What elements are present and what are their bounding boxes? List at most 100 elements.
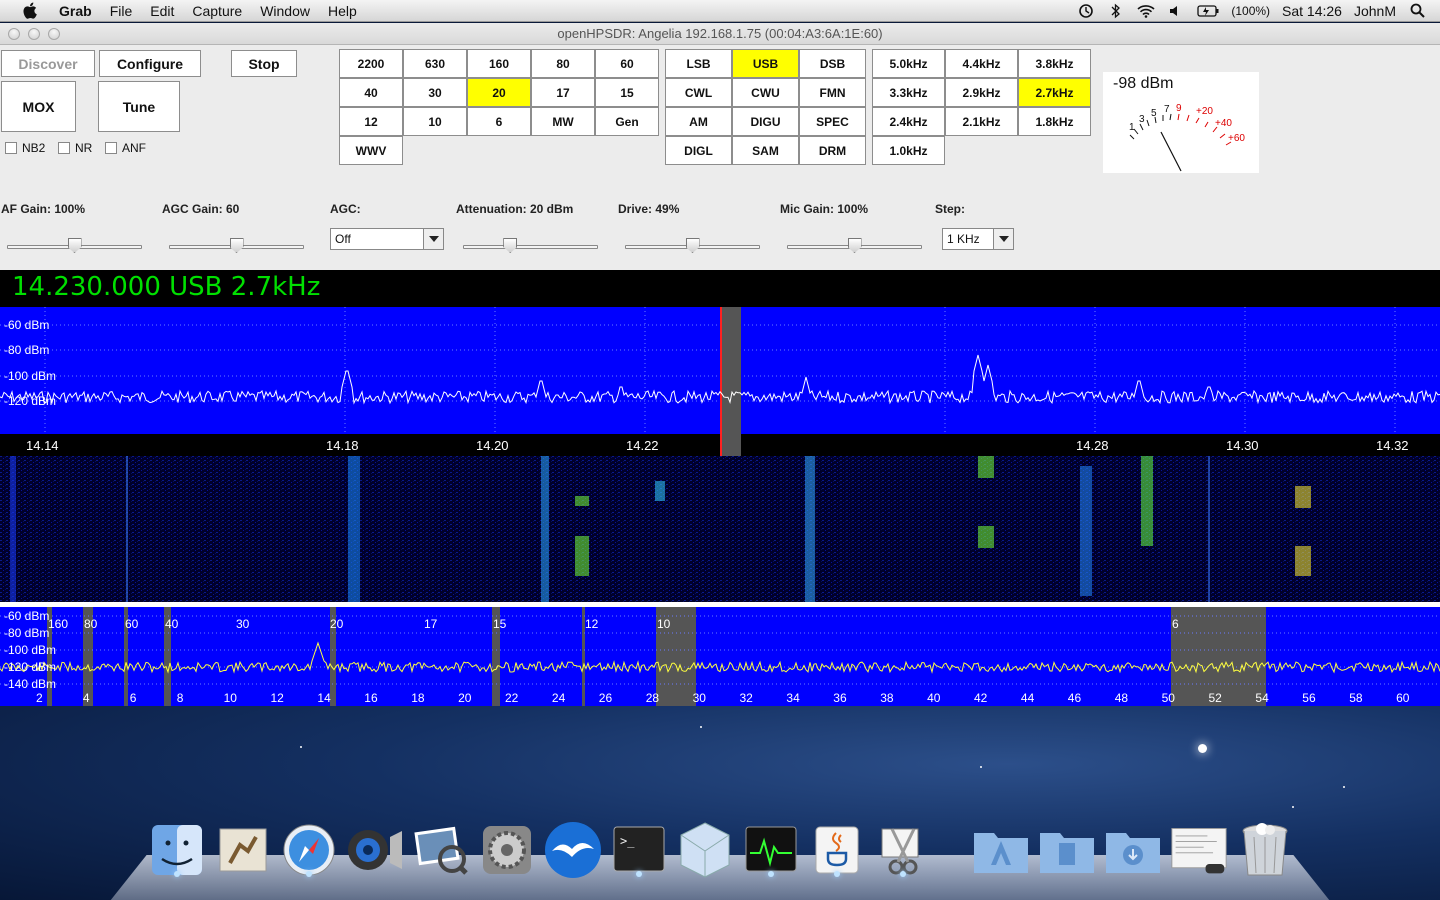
band-10-button[interactable]: 10 xyxy=(403,107,467,136)
filter-1-0khz-button[interactable]: 1.0kHz xyxy=(872,136,945,165)
mode-digu-button[interactable]: DIGU xyxy=(732,107,799,136)
mode-usb-button[interactable]: USB xyxy=(732,49,799,78)
chevron-down-icon[interactable] xyxy=(993,229,1013,249)
safari-icon[interactable] xyxy=(280,821,338,879)
spotlight-search-icon[interactable] xyxy=(1408,3,1426,19)
openoffice-icon[interactable] xyxy=(544,821,602,879)
band-2200-button[interactable]: 2200 xyxy=(339,49,403,78)
mode-spec-button[interactable]: SPEC xyxy=(799,107,866,136)
band-gen-button[interactable]: Gen xyxy=(595,107,659,136)
filter-5-0khz-button[interactable]: 5.0kHz xyxy=(872,49,945,78)
band-80-button[interactable]: 80 xyxy=(531,49,595,78)
chevron-down-icon[interactable] xyxy=(423,229,443,249)
bluetooth-icon[interactable] xyxy=(1107,3,1125,19)
agc-select[interactable]: Off xyxy=(330,228,444,250)
mode-digl-button[interactable]: DIGL xyxy=(665,136,732,165)
documents-folder-icon[interactable] xyxy=(1038,821,1096,879)
mode-drm-button[interactable]: DRM xyxy=(799,136,866,165)
menu-app-grab[interactable]: Grab xyxy=(50,0,101,22)
minimized-window-icon[interactable] xyxy=(1170,821,1228,879)
band-label[interactable]: 40 xyxy=(165,617,178,631)
waterfall[interactable] xyxy=(0,456,1440,602)
checkbox-box[interactable] xyxy=(5,142,17,154)
downloads-folder-icon[interactable] xyxy=(1104,821,1162,879)
mode-am-button[interactable]: AM xyxy=(665,107,732,136)
menu-help[interactable]: Help xyxy=(319,0,366,22)
band-label[interactable]: 80 xyxy=(84,617,97,631)
apple-icon[interactable] xyxy=(20,2,38,20)
band-6-button[interactable]: 6 xyxy=(467,107,531,136)
virtualbox-icon[interactable] xyxy=(676,821,734,879)
filter-passband[interactable] xyxy=(721,307,741,434)
frequency-readout[interactable]: 14.230.000 USB 2.7kHz xyxy=(12,272,320,302)
facetime-icon[interactable] xyxy=(346,821,404,879)
mode-cwl-button[interactable]: CWL xyxy=(665,78,732,107)
band-label[interactable]: 15 xyxy=(493,617,506,631)
applications-folder-icon[interactable] xyxy=(972,821,1030,879)
panadapter[interactable]: -60 dBm -80 dBm -100 dBm -120 dBm xyxy=(0,307,1440,434)
band-label[interactable]: 30 xyxy=(236,617,249,631)
band-12-button[interactable]: 12 xyxy=(339,107,403,136)
band-17-button[interactable]: 17 xyxy=(531,78,595,107)
band-label[interactable]: 6 xyxy=(1172,617,1179,631)
band-15-button[interactable]: 15 xyxy=(595,78,659,107)
tune-button[interactable]: Tune xyxy=(98,81,180,132)
checkbox-box[interactable] xyxy=(58,142,70,154)
band-20-button[interactable]: 20 xyxy=(467,78,531,107)
filter-1-8khz-button[interactable]: 1.8kHz xyxy=(1018,107,1091,136)
band-160-button[interactable]: 160 xyxy=(467,49,531,78)
mail-icon[interactable] xyxy=(214,821,272,879)
discover-button[interactable]: Discover xyxy=(1,50,95,77)
time-machine-icon[interactable] xyxy=(1077,3,1095,19)
wifi-icon[interactable] xyxy=(1137,3,1155,19)
iphoto-icon[interactable] xyxy=(412,821,470,879)
volume-icon[interactable] xyxy=(1167,3,1185,19)
mox-button[interactable]: MOX xyxy=(1,81,76,132)
filter-2-7khz-button[interactable]: 2.7kHz xyxy=(1018,78,1091,107)
attenuation-slider[interactable] xyxy=(463,236,598,256)
agc-gain-slider[interactable] xyxy=(169,236,304,256)
band-60-button[interactable]: 60 xyxy=(595,49,659,78)
mode-cwu-button[interactable]: CWU xyxy=(732,78,799,107)
nr-checkbox[interactable]: NR xyxy=(58,141,92,155)
menu-window[interactable]: Window xyxy=(251,0,319,22)
trash-icon[interactable] xyxy=(1236,821,1294,879)
filter-2-1khz-button[interactable]: 2.1kHz xyxy=(945,107,1018,136)
filter-3-8khz-button[interactable]: 3.8kHz xyxy=(1018,49,1091,78)
menu-edit[interactable]: Edit xyxy=(141,0,183,22)
band-label[interactable]: 160 xyxy=(48,617,68,631)
grab-icon[interactable] xyxy=(874,821,932,879)
mode-lsb-button[interactable]: LSB xyxy=(665,49,732,78)
menu-capture[interactable]: Capture xyxy=(183,0,251,22)
band-40-button[interactable]: 40 xyxy=(339,78,403,107)
mode-dsb-button[interactable]: DSB xyxy=(799,49,866,78)
java-icon[interactable] xyxy=(808,821,866,879)
band-label[interactable]: 12 xyxy=(585,617,598,631)
terminal-icon[interactable]: >_ xyxy=(610,821,668,879)
band-label[interactable]: 10 xyxy=(657,617,670,631)
band-wwv-button[interactable]: WWV xyxy=(339,136,403,165)
drive-slider[interactable] xyxy=(625,236,760,256)
configure-button[interactable]: Configure xyxy=(99,50,201,77)
user-name[interactable]: JohnM xyxy=(1354,3,1396,19)
menu-file[interactable]: File xyxy=(101,0,142,22)
step-select[interactable]: 1 KHz xyxy=(942,228,1014,250)
stop-button[interactable]: Stop xyxy=(231,50,297,77)
clock[interactable]: Sat 14:26 xyxy=(1282,3,1342,19)
mode-fmn-button[interactable]: FMN xyxy=(799,78,866,107)
band-630-button[interactable]: 630 xyxy=(403,49,467,78)
battery-icon[interactable] xyxy=(1197,3,1219,19)
mode-sam-button[interactable]: SAM xyxy=(732,136,799,165)
checkbox-box[interactable] xyxy=(105,142,117,154)
mic-gain-slider[interactable] xyxy=(787,236,922,256)
filter-3-3khz-button[interactable]: 3.3kHz xyxy=(872,78,945,107)
system-preferences-icon[interactable] xyxy=(478,821,536,879)
anf-checkbox[interactable]: ANF xyxy=(105,141,146,155)
bandscope[interactable]: -60 dBm -80 dBm -100 dBm -120 dBm -140 d… xyxy=(0,607,1440,706)
finder-icon[interactable] xyxy=(148,821,206,879)
band-mw-button[interactable]: MW xyxy=(531,107,595,136)
activity-monitor-icon[interactable] xyxy=(742,821,800,879)
band-30-button[interactable]: 30 xyxy=(403,78,467,107)
filter-2-9khz-button[interactable]: 2.9kHz xyxy=(945,78,1018,107)
band-label[interactable]: 60 xyxy=(125,617,138,631)
